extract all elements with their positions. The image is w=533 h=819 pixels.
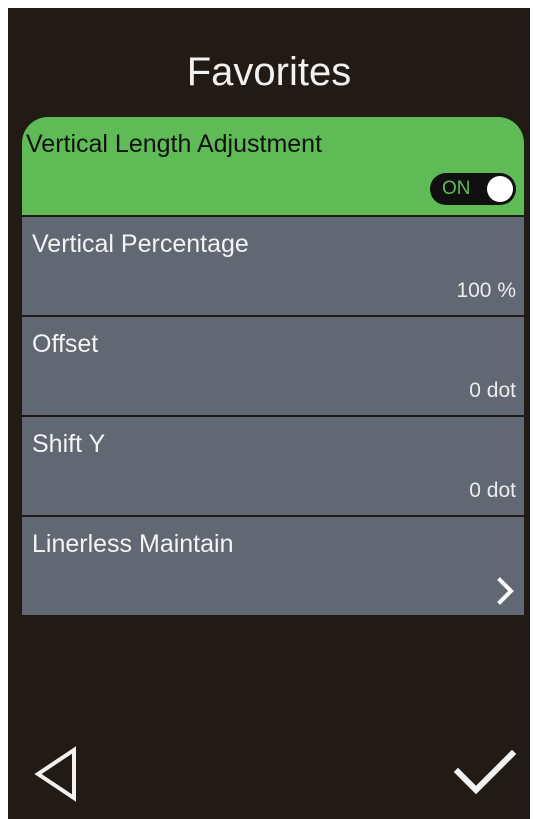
list-item-linerless-maintain[interactable]: Linerless Maintain — [22, 517, 524, 615]
toggle-knob — [487, 176, 513, 202]
list-item-vertical-length-adjustment[interactable]: Vertical Length Adjustment ON — [22, 117, 524, 215]
back-triangle-icon[interactable] — [30, 740, 94, 804]
page-title: Favorites — [186, 50, 352, 94]
item-value: 100 % — [456, 279, 516, 302]
item-label: Offset — [32, 330, 99, 358]
checkmark-icon[interactable] — [452, 740, 516, 804]
device-screen: Favorites Vertical Length Adjustment ON … — [8, 8, 530, 819]
list-item-vertical-percentage[interactable]: Vertical Percentage 100 % — [22, 217, 524, 315]
item-label: Vertical Length Adjustment — [26, 130, 323, 158]
item-value: 0 dot — [469, 479, 516, 502]
list-item-offset[interactable]: Offset 0 dot — [22, 317, 524, 415]
list-item-shift-y[interactable]: Shift Y 0 dot — [22, 417, 524, 515]
item-label: Linerless Maintain — [32, 530, 234, 558]
favorites-list: Vertical Length Adjustment ON Vertical P… — [22, 117, 524, 617]
on-off-toggle[interactable]: ON — [430, 173, 516, 205]
toggle-state-label: ON — [442, 178, 471, 199]
chevron-right-icon — [497, 577, 514, 605]
item-label: Shift Y — [32, 430, 106, 458]
item-value: 0 dot — [469, 379, 516, 402]
item-label: Vertical Percentage — [32, 230, 249, 258]
